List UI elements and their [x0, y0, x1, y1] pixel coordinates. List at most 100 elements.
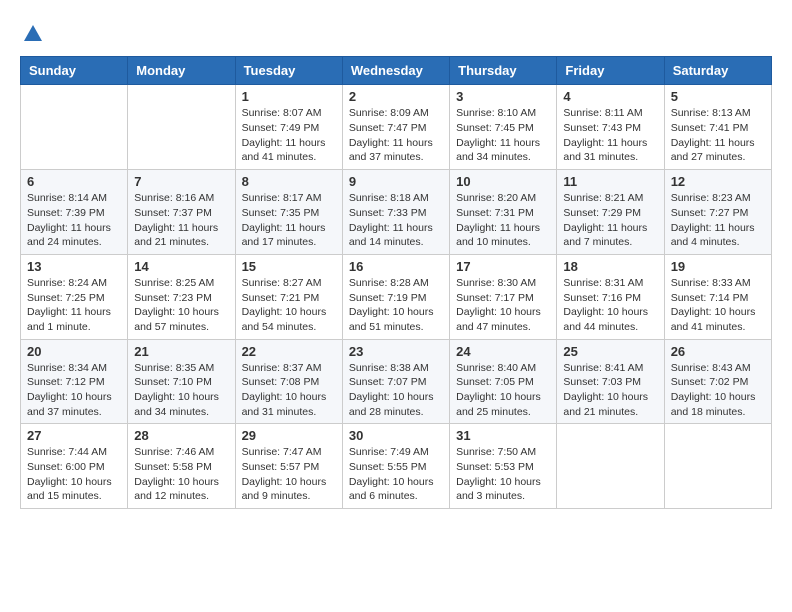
day-info: Sunrise: 8:14 AMSunset: 7:39 PMDaylight:…: [27, 191, 121, 250]
calendar-cell: 31Sunrise: 7:50 AMSunset: 5:53 PMDayligh…: [450, 424, 557, 509]
weekday-header-monday: Monday: [128, 57, 235, 85]
calendar-cell: 21 Sunrise: 8:35 AMSunset: 7:10 PMDayligh…: [128, 339, 235, 424]
calendar-cell: 16Sunrise: 8:28 AMSunset: 7:19 PMDayligh…: [342, 254, 449, 339]
day-info: Sunrise: 8:43 AMSunset: 7:02 PMDaylight:…: [671, 361, 765, 420]
logo: [20, 20, 46, 46]
calendar-cell: 1 Sunrise: 8:07 AMSunset: 7:49 PMDaylight…: [235, 85, 342, 170]
calendar-week-row: 6 Sunrise: 8:14 AMSunset: 7:39 PMDaylight…: [21, 170, 772, 255]
calendar-cell: 13 Sunrise: 8:24 AMSunset: 7:25 PMDayligh…: [21, 254, 128, 339]
calendar-cell: 14 Sunrise: 8:25 AMSunset: 7:23 PMDayligh…: [128, 254, 235, 339]
day-info: Sunrise: 7:46 AMSunset: 5:58 PMDaylight:…: [134, 445, 228, 504]
day-number: 14: [134, 259, 228, 274]
calendar-cell: 17 Sunrise: 8:30 AMSunset: 7:17 PMDayligh…: [450, 254, 557, 339]
calendar-table: SundayMondayTuesdayWednesdayThursdayFrid…: [20, 56, 772, 509]
day-number: 6: [27, 174, 121, 189]
day-info: Sunrise: 8:07 AMSunset: 7:49 PMDaylight:…: [242, 106, 336, 165]
day-number: 5: [671, 89, 765, 104]
day-number: 26: [671, 344, 765, 359]
calendar-cell: [21, 85, 128, 170]
weekday-header-row: SundayMondayTuesdayWednesdayThursdayFrid…: [21, 57, 772, 85]
calendar-cell: 8 Sunrise: 8:17 AMSunset: 7:35 PMDaylight…: [235, 170, 342, 255]
calendar-cell: 28 Sunrise: 7:46 AMSunset: 5:58 PMDayligh…: [128, 424, 235, 509]
day-number: 19: [671, 259, 765, 274]
day-info: Sunrise: 8:10 AMSunset: 7:45 PMDaylight:…: [456, 106, 550, 165]
calendar-cell: 11Sunrise: 8:21 AMSunset: 7:29 PMDayligh…: [557, 170, 664, 255]
day-info: Sunrise: 8:17 AMSunset: 7:35 PMDaylight:…: [242, 191, 336, 250]
calendar-week-row: 1 Sunrise: 8:07 AMSunset: 7:49 PMDaylight…: [21, 85, 772, 170]
logo-text: [20, 20, 46, 46]
calendar-cell: 29 Sunrise: 7:47 AMSunset: 5:57 PMDayligh…: [235, 424, 342, 509]
calendar-cell: 7 Sunrise: 8:16 AMSunset: 7:37 PMDaylight…: [128, 170, 235, 255]
day-number: 20: [27, 344, 121, 359]
day-number: 8: [242, 174, 336, 189]
day-info: Sunrise: 7:49 AMSunset: 5:55 PMDaylight:…: [349, 445, 443, 504]
day-number: 1: [242, 89, 336, 104]
day-info: Sunrise: 7:44 AMSunset: 6:00 PMDaylight:…: [27, 445, 121, 504]
day-number: 13: [27, 259, 121, 274]
weekday-header-friday: Friday: [557, 57, 664, 85]
day-info: Sunrise: 8:18 AMSunset: 7:33 PMDaylight:…: [349, 191, 443, 250]
calendar-cell: 22Sunrise: 8:37 AMSunset: 7:08 PMDayligh…: [235, 339, 342, 424]
calendar-cell: 25 Sunrise: 8:41 AMSunset: 7:03 PMDayligh…: [557, 339, 664, 424]
weekday-header-saturday: Saturday: [664, 57, 771, 85]
day-info: Sunrise: 8:21 AMSunset: 7:29 PMDaylight:…: [563, 191, 657, 250]
weekday-header-tuesday: Tuesday: [235, 57, 342, 85]
weekday-header-thursday: Thursday: [450, 57, 557, 85]
calendar-cell: 26 Sunrise: 8:43 AMSunset: 7:02 PMDayligh…: [664, 339, 771, 424]
calendar-cell: 10Sunrise: 8:20 AMSunset: 7:31 PMDayligh…: [450, 170, 557, 255]
calendar-week-row: 13 Sunrise: 8:24 AMSunset: 7:25 PMDayligh…: [21, 254, 772, 339]
calendar-cell: 12 Sunrise: 8:23 AMSunset: 7:27 PMDayligh…: [664, 170, 771, 255]
day-info: Sunrise: 8:09 AMSunset: 7:47 PMDaylight:…: [349, 106, 443, 165]
day-number: 15: [242, 259, 336, 274]
day-info: Sunrise: 8:16 AMSunset: 7:37 PMDaylight:…: [134, 191, 228, 250]
day-number: 30: [349, 428, 443, 443]
day-number: 22: [242, 344, 336, 359]
page-header: [20, 20, 772, 46]
day-number: 12: [671, 174, 765, 189]
day-number: 10: [456, 174, 550, 189]
calendar-cell: 27Sunrise: 7:44 AMSunset: 6:00 PMDayligh…: [21, 424, 128, 509]
day-number: 21: [134, 344, 228, 359]
day-number: 16: [349, 259, 443, 274]
day-info: Sunrise: 8:41 AMSunset: 7:03 PMDaylight:…: [563, 361, 657, 420]
day-info: Sunrise: 8:27 AMSunset: 7:21 PMDaylight:…: [242, 276, 336, 335]
calendar-cell: 23 Sunrise: 8:38 AMSunset: 7:07 PMDayligh…: [342, 339, 449, 424]
day-info: Sunrise: 8:24 AMSunset: 7:25 PMDaylight:…: [27, 276, 121, 335]
day-number: 2: [349, 89, 443, 104]
day-number: 23: [349, 344, 443, 359]
day-number: 7: [134, 174, 228, 189]
day-info: Sunrise: 8:38 AMSunset: 7:07 PMDaylight:…: [349, 361, 443, 420]
calendar-cell: 19 Sunrise: 8:33 AMSunset: 7:14 PMDayligh…: [664, 254, 771, 339]
day-info: Sunrise: 8:35 AMSunset: 7:10 PMDaylight:…: [134, 361, 228, 420]
day-info: Sunrise: 8:34 AMSunset: 7:12 PMDaylight:…: [27, 361, 121, 420]
calendar-cell: 3 Sunrise: 8:10 AMSunset: 7:45 PMDaylight…: [450, 85, 557, 170]
day-info: Sunrise: 8:11 AMSunset: 7:43 PMDaylight:…: [563, 106, 657, 165]
calendar-cell: 5 Sunrise: 8:13 AMSunset: 7:41 PMDaylight…: [664, 85, 771, 170]
day-number: 29: [242, 428, 336, 443]
day-number: 3: [456, 89, 550, 104]
calendar-cell: [557, 424, 664, 509]
calendar-cell: 2 Sunrise: 8:09 AMSunset: 7:47 PMDaylight…: [342, 85, 449, 170]
logo-icon: [22, 23, 44, 45]
calendar-cell: 18Sunrise: 8:31 AMSunset: 7:16 PMDayligh…: [557, 254, 664, 339]
calendar-cell: 24Sunrise: 8:40 AMSunset: 7:05 PMDayligh…: [450, 339, 557, 424]
day-info: Sunrise: 8:40 AMSunset: 7:05 PMDaylight:…: [456, 361, 550, 420]
day-info: Sunrise: 7:47 AMSunset: 5:57 PMDaylight:…: [242, 445, 336, 504]
calendar-week-row: 27Sunrise: 7:44 AMSunset: 6:00 PMDayligh…: [21, 424, 772, 509]
day-number: 18: [563, 259, 657, 274]
calendar-cell: 15 Sunrise: 8:27 AMSunset: 7:21 PMDayligh…: [235, 254, 342, 339]
day-number: 25: [563, 344, 657, 359]
day-info: Sunrise: 8:23 AMSunset: 7:27 PMDaylight:…: [671, 191, 765, 250]
day-info: Sunrise: 8:33 AMSunset: 7:14 PMDaylight:…: [671, 276, 765, 335]
day-info: Sunrise: 8:13 AMSunset: 7:41 PMDaylight:…: [671, 106, 765, 165]
calendar-week-row: 20 Sunrise: 8:34 AMSunset: 7:12 PMDayligh…: [21, 339, 772, 424]
day-info: Sunrise: 8:25 AMSunset: 7:23 PMDaylight:…: [134, 276, 228, 335]
calendar-cell: [128, 85, 235, 170]
day-number: 9: [349, 174, 443, 189]
day-info: Sunrise: 8:30 AMSunset: 7:17 PMDaylight:…: [456, 276, 550, 335]
day-number: 17: [456, 259, 550, 274]
calendar-cell: 4Sunrise: 8:11 AMSunset: 7:43 PMDaylight…: [557, 85, 664, 170]
calendar-cell: 6 Sunrise: 8:14 AMSunset: 7:39 PMDaylight…: [21, 170, 128, 255]
day-info: Sunrise: 7:50 AMSunset: 5:53 PMDaylight:…: [456, 445, 550, 504]
day-number: 28: [134, 428, 228, 443]
